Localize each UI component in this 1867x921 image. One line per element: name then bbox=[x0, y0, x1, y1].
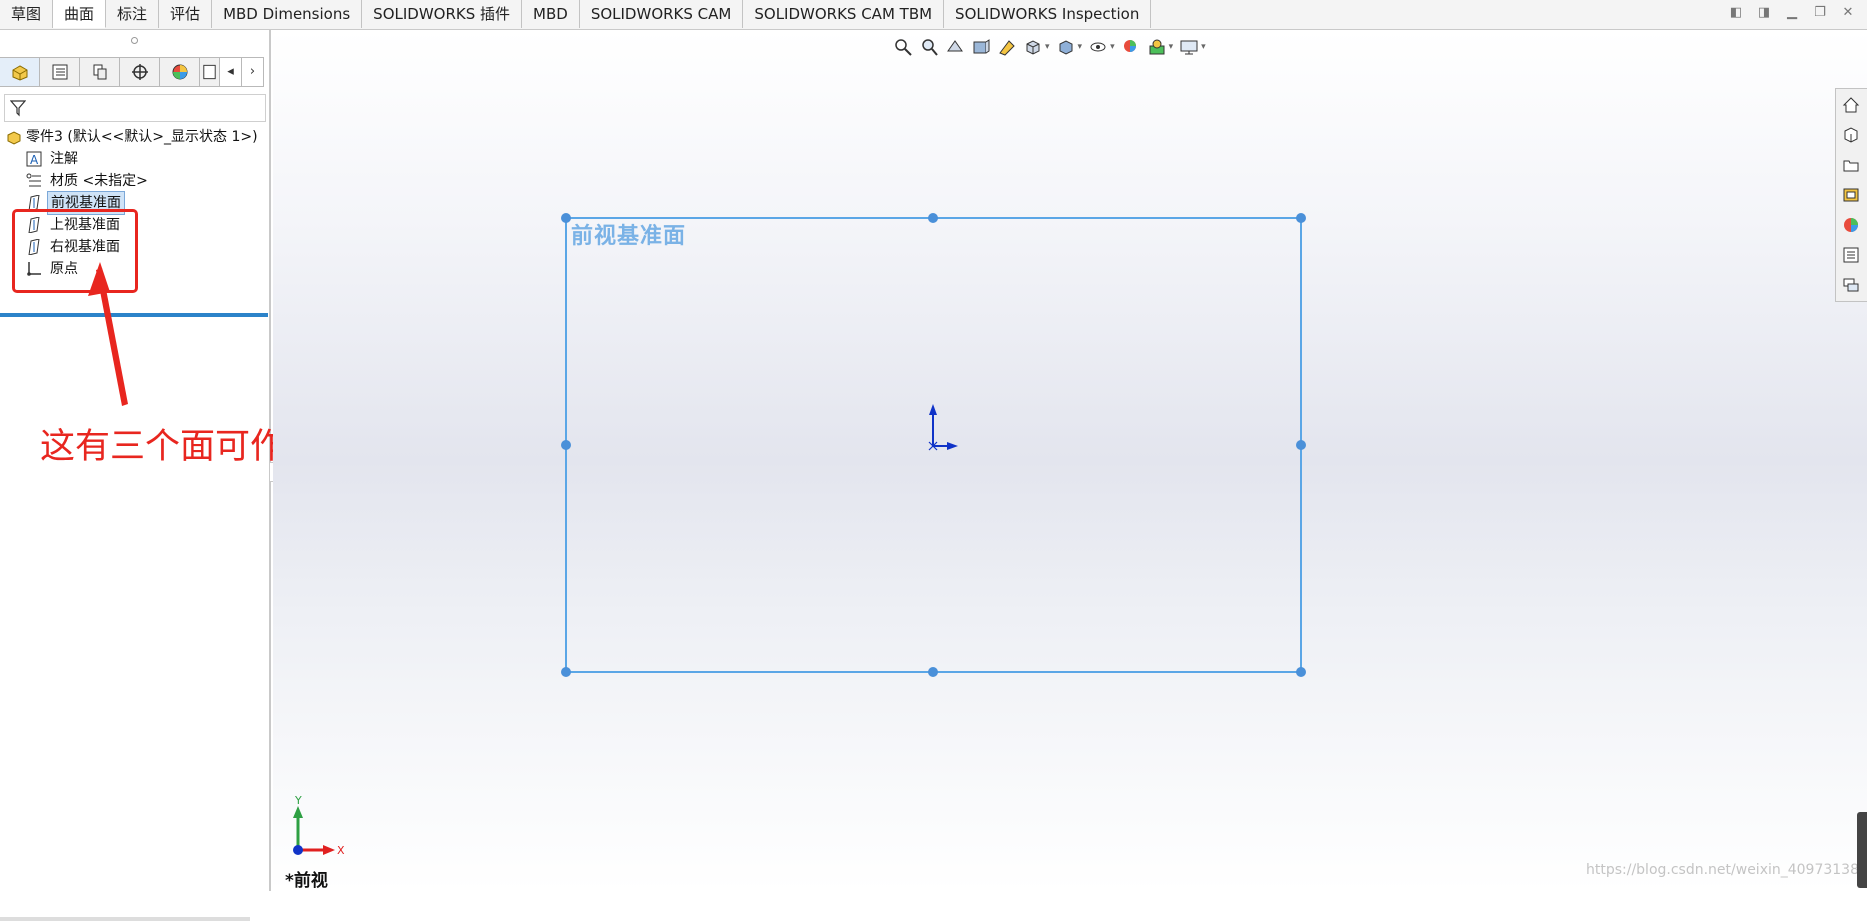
tab-0[interactable]: 草图 bbox=[0, 0, 54, 28]
tree-filter-input[interactable] bbox=[4, 94, 266, 122]
horizontal-scrollbar[interactable] bbox=[0, 917, 250, 921]
solidworks-resources-tab[interactable] bbox=[1836, 91, 1866, 119]
home-icon bbox=[1842, 97, 1860, 113]
tab-4[interactable]: MBD Dimensions bbox=[212, 0, 363, 28]
triad-x-label: X bbox=[337, 844, 345, 857]
tab-2[interactable]: 标注 bbox=[106, 0, 160, 28]
feature-manager-tabs: ◂ › bbox=[0, 57, 271, 89]
tree-item-part[interactable]: 零件3 (默认<<默认>_显示状态 1>) bbox=[6, 126, 268, 148]
chat-icon bbox=[1843, 278, 1859, 292]
more-tab[interactable] bbox=[200, 57, 220, 87]
front-plane-graphic[interactable] bbox=[273, 30, 1867, 891]
tab-7[interactable]: SOLIDWORKS CAM bbox=[579, 0, 744, 28]
tabs-scroll-left-icon[interactable]: ◂ bbox=[220, 57, 242, 87]
tree-item-label: 材质 <未指定> bbox=[50, 173, 148, 189]
plane-label: 前视基准面 bbox=[571, 224, 687, 249]
featuremanager-tree-tab[interactable] bbox=[0, 57, 40, 87]
minimize-icon[interactable]: ▁ bbox=[1783, 4, 1801, 22]
tree-item-label: 注解 bbox=[50, 151, 78, 167]
configuration-manager-tab[interactable] bbox=[80, 57, 120, 87]
configuration-icon bbox=[93, 64, 106, 80]
tree-item-label: 零件3 (默认<<默认>_显示状态 1>) bbox=[26, 129, 258, 145]
file-explorer-tab[interactable] bbox=[1836, 151, 1866, 179]
display-manager-tab[interactable] bbox=[160, 57, 200, 87]
window-controls: ◧ ◨ ▁ ❐ ✕ bbox=[1727, 4, 1857, 22]
close-icon[interactable]: ✕ bbox=[1839, 4, 1857, 22]
triad-y-label: Y bbox=[294, 794, 302, 807]
color-wheel-icon bbox=[172, 64, 187, 80]
library-icon bbox=[1844, 127, 1858, 143]
side-handle[interactable] bbox=[1857, 812, 1867, 888]
part-icon bbox=[12, 65, 27, 81]
reference-triad[interactable]: Y X bbox=[293, 768, 373, 858]
tab-3[interactable]: 评估 bbox=[159, 0, 213, 28]
appearances-tab[interactable] bbox=[1836, 211, 1866, 239]
material-icon bbox=[26, 173, 41, 187]
tab-8[interactable]: SOLIDWORKS CAM TBM bbox=[743, 0, 945, 28]
tile-left-icon[interactable]: ◧ bbox=[1727, 4, 1745, 22]
tabs-scroll-right-icon[interactable]: › bbox=[242, 57, 264, 87]
forum-tab[interactable] bbox=[1836, 271, 1866, 299]
task-pane-tabs bbox=[1835, 88, 1867, 302]
tab-5[interactable]: SOLIDWORKS 插件 bbox=[362, 0, 523, 28]
folder-icon bbox=[1843, 160, 1859, 172]
view-palette-icon bbox=[1843, 188, 1859, 202]
dimxpert-manager-tab[interactable] bbox=[120, 57, 160, 87]
command-manager-tabbar: 草图 曲面 标注 评估 MBD Dimensions SOLIDWORKS 插件 MBD SO… bbox=[0, 0, 1867, 30]
property-list-icon bbox=[52, 64, 67, 80]
origin-marker[interactable] bbox=[928, 404, 958, 451]
part-icon bbox=[7, 131, 21, 145]
watermark: https://blog.csdn.net/weixin_40973138 bbox=[1585, 862, 1859, 878]
crosshair-icon bbox=[131, 64, 148, 80]
restore-icon[interactable]: ❐ bbox=[1811, 4, 1829, 22]
cam-icon bbox=[203, 64, 216, 80]
filter-icon bbox=[10, 100, 26, 117]
appearance-icon bbox=[1844, 218, 1858, 232]
properties-icon bbox=[1843, 247, 1859, 263]
tab-9[interactable]: SOLIDWORKS Inspection bbox=[944, 0, 1152, 28]
tab-1[interactable]: 曲面 bbox=[53, 0, 107, 28]
graphics-area[interactable]: ▾ ▾ ▾ ▾ ▾ 前视基准面 Y X *前视 https://blog.csd… bbox=[273, 30, 1867, 891]
annotation-arrow bbox=[88, 262, 128, 406]
custom-properties-tab[interactable] bbox=[1836, 241, 1866, 269]
design-library-tab[interactable] bbox=[1836, 121, 1866, 149]
view-name-label: *前视 bbox=[285, 871, 328, 891]
view-palette-tab[interactable] bbox=[1836, 181, 1866, 209]
tab-6[interactable]: MBD bbox=[522, 0, 580, 28]
annotation-icon: A bbox=[26, 151, 42, 167]
panel-grip[interactable] bbox=[131, 37, 138, 44]
property-manager-tab[interactable] bbox=[40, 57, 80, 87]
tab-strip: 草图 曲面 标注 评估 MBD Dimensions SOLIDWORKS 插件 MBD SO… bbox=[0, 0, 1152, 29]
tile-right-icon[interactable]: ◨ bbox=[1755, 4, 1773, 22]
svg-text:A: A bbox=[30, 153, 39, 167]
